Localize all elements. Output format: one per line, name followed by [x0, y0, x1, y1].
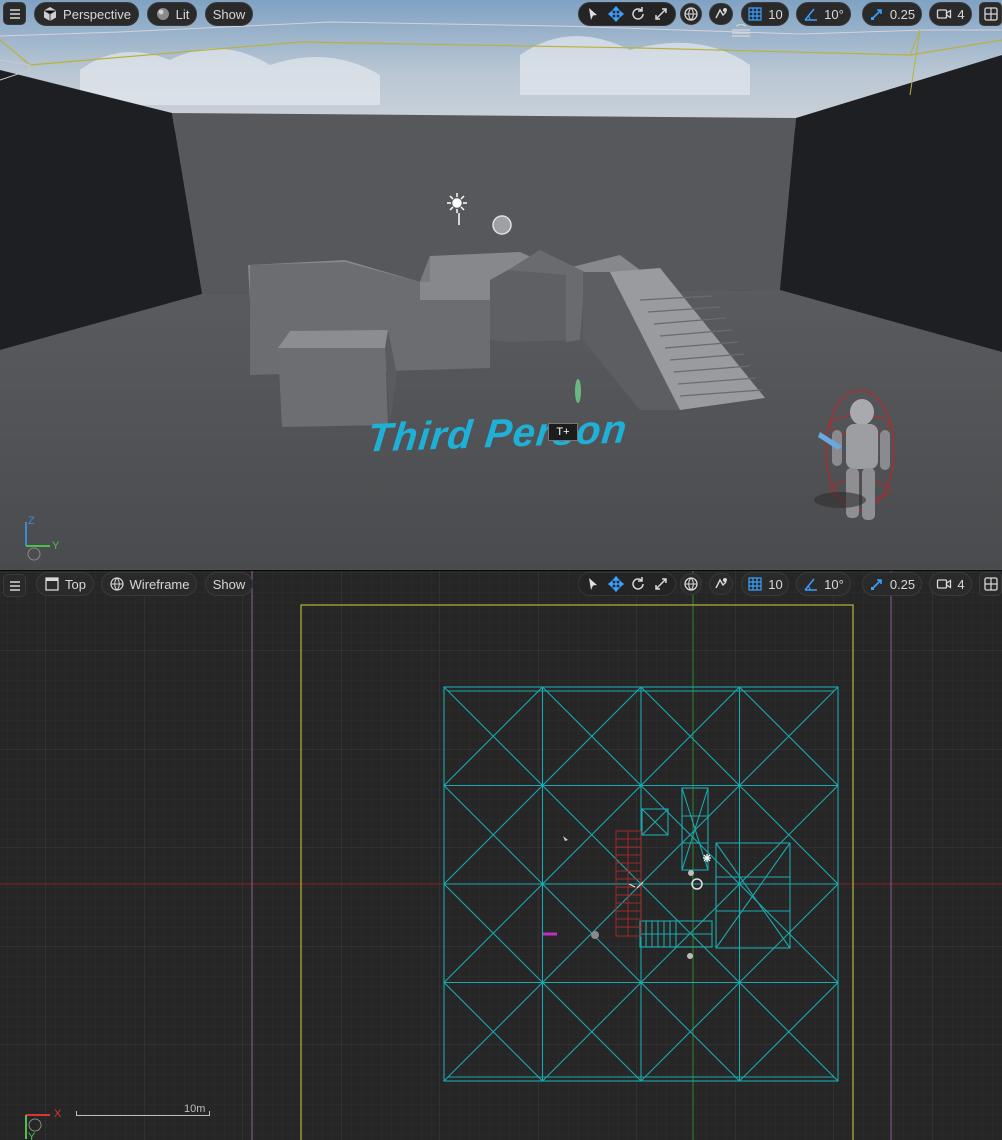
rotate-tool-button[interactable]: [627, 573, 650, 595]
text-render-icon[interactable]: T+: [548, 423, 578, 441]
camera-speed-button[interactable]: 4: [929, 572, 972, 596]
view-mode-dropdown[interactable]: Perspective: [34, 2, 139, 26]
cube-icon: [42, 6, 58, 22]
scale-snap-icon: [869, 6, 885, 22]
viewport-menu-button[interactable]: [3, 2, 26, 25]
grid-snap-value: 10: [768, 6, 783, 22]
show-label: Show: [212, 6, 246, 22]
axis-y-label: Y: [28, 1131, 36, 1140]
top-view-icon: [44, 576, 60, 592]
viewport-menu-button[interactable]: [3, 574, 26, 597]
camera-icon: [936, 6, 952, 22]
perspective-scene[interactable]: [0, 0, 1002, 570]
view-mode-label: Top: [65, 576, 86, 592]
view-mode-label: Perspective: [63, 6, 131, 22]
axis-y-label: Y: [52, 540, 60, 552]
viewport-layout-button[interactable]: [979, 2, 1002, 26]
scale-tool-button[interactable]: [650, 573, 673, 595]
rotate-icon: [630, 6, 646, 22]
transform-tools-group: [578, 2, 676, 26]
world-local-toggle[interactable]: [680, 573, 702, 595]
grid-snap-button[interactable]: 10: [741, 572, 789, 596]
rotate-icon: [630, 576, 646, 592]
scale-bar-label: 10m: [184, 1103, 206, 1115]
hamburger-icon: [7, 6, 23, 22]
select-tool-button[interactable]: [582, 573, 605, 595]
scale-snap-value: 0.25: [889, 6, 916, 22]
hamburger-icon: [7, 578, 23, 594]
top-viewport[interactable]: X Y 10m Top Wireframe Show 10 10° 0.25 4: [0, 571, 1002, 1140]
surface-snap-toggle[interactable]: [709, 573, 733, 595]
wireframe-sphere-icon: [109, 576, 125, 592]
show-dropdown[interactable]: Show: [205, 572, 253, 596]
scale-icon: [653, 6, 669, 22]
camera-icon: [936, 576, 952, 592]
grid-snap-value: 10: [768, 576, 783, 592]
cursor-icon: [585, 576, 601, 592]
scale-tool-button[interactable]: [650, 3, 673, 25]
top-wireframe-scene[interactable]: [0, 571, 1002, 1140]
scale-snap-value: 0.25: [889, 576, 916, 592]
scale-icon: [653, 576, 669, 592]
globe-icon: [683, 576, 699, 592]
grid-icon: [747, 6, 763, 22]
select-tool-button[interactable]: [582, 3, 605, 25]
translate-tool-button[interactable]: [605, 573, 628, 595]
viewport-layout-button[interactable]: [979, 572, 1002, 596]
move-arrows-icon: [607, 576, 624, 592]
sky-sphere-icon: [492, 215, 512, 235]
lighting-mode-label: Lit: [175, 6, 190, 22]
angle-icon: [803, 576, 819, 592]
scale-snap-button[interactable]: 0.25: [862, 572, 922, 596]
lighting-mode-dropdown[interactable]: Lit: [147, 2, 197, 26]
surface-snap-icon: [713, 6, 729, 22]
angle-icon: [803, 6, 819, 22]
axis-z-label: Z: [28, 515, 35, 527]
grid-snap-button[interactable]: 10: [741, 2, 789, 26]
drag-handle-icon[interactable]: [730, 23, 752, 38]
third-person-text: Third Person: [365, 407, 630, 461]
axis-x-label: X: [54, 1108, 62, 1120]
cursor-icon: [585, 6, 601, 22]
camera-speed-button[interactable]: 4: [929, 2, 972, 26]
cube-top: [278, 330, 388, 348]
player-start-marker: [575, 379, 581, 403]
rotation-snap-value: 10°: [824, 6, 844, 22]
show-label: Show: [212, 576, 246, 592]
layout-grid-icon: [983, 6, 999, 22]
lighting-mode-label: Wireframe: [129, 576, 190, 592]
rotation-snap-button[interactable]: 10°: [796, 572, 851, 596]
move-arrows-icon: [607, 6, 624, 22]
lighting-mode-dropdown[interactable]: Wireframe: [101, 572, 197, 596]
world-local-toggle[interactable]: [680, 3, 702, 25]
layout-grid-icon: [983, 576, 999, 592]
scale-snap-icon: [869, 576, 885, 592]
globe-icon: [683, 6, 699, 22]
perspective-viewport[interactable]: Third Person T+ Z Y Perspective Lit Show…: [0, 0, 1002, 570]
cube-front: [278, 348, 388, 427]
rotation-snap-value: 10°: [824, 576, 844, 592]
show-dropdown[interactable]: Show: [205, 2, 253, 26]
rotate-tool-button[interactable]: [627, 3, 650, 25]
camera-speed-value: 4: [957, 576, 965, 592]
grid-icon: [747, 576, 763, 592]
rotation-snap-button[interactable]: 10°: [796, 2, 851, 26]
lit-sphere-icon: [155, 6, 171, 22]
translate-tool-button[interactable]: [605, 3, 628, 25]
transform-tools-group: [578, 572, 676, 596]
scale-snap-button[interactable]: 0.25: [862, 2, 922, 26]
camera-speed-value: 4: [957, 6, 965, 22]
view-mode-dropdown[interactable]: Top: [36, 572, 94, 596]
surface-snap-icon: [713, 576, 729, 592]
surface-snap-toggle[interactable]: [709, 3, 733, 25]
